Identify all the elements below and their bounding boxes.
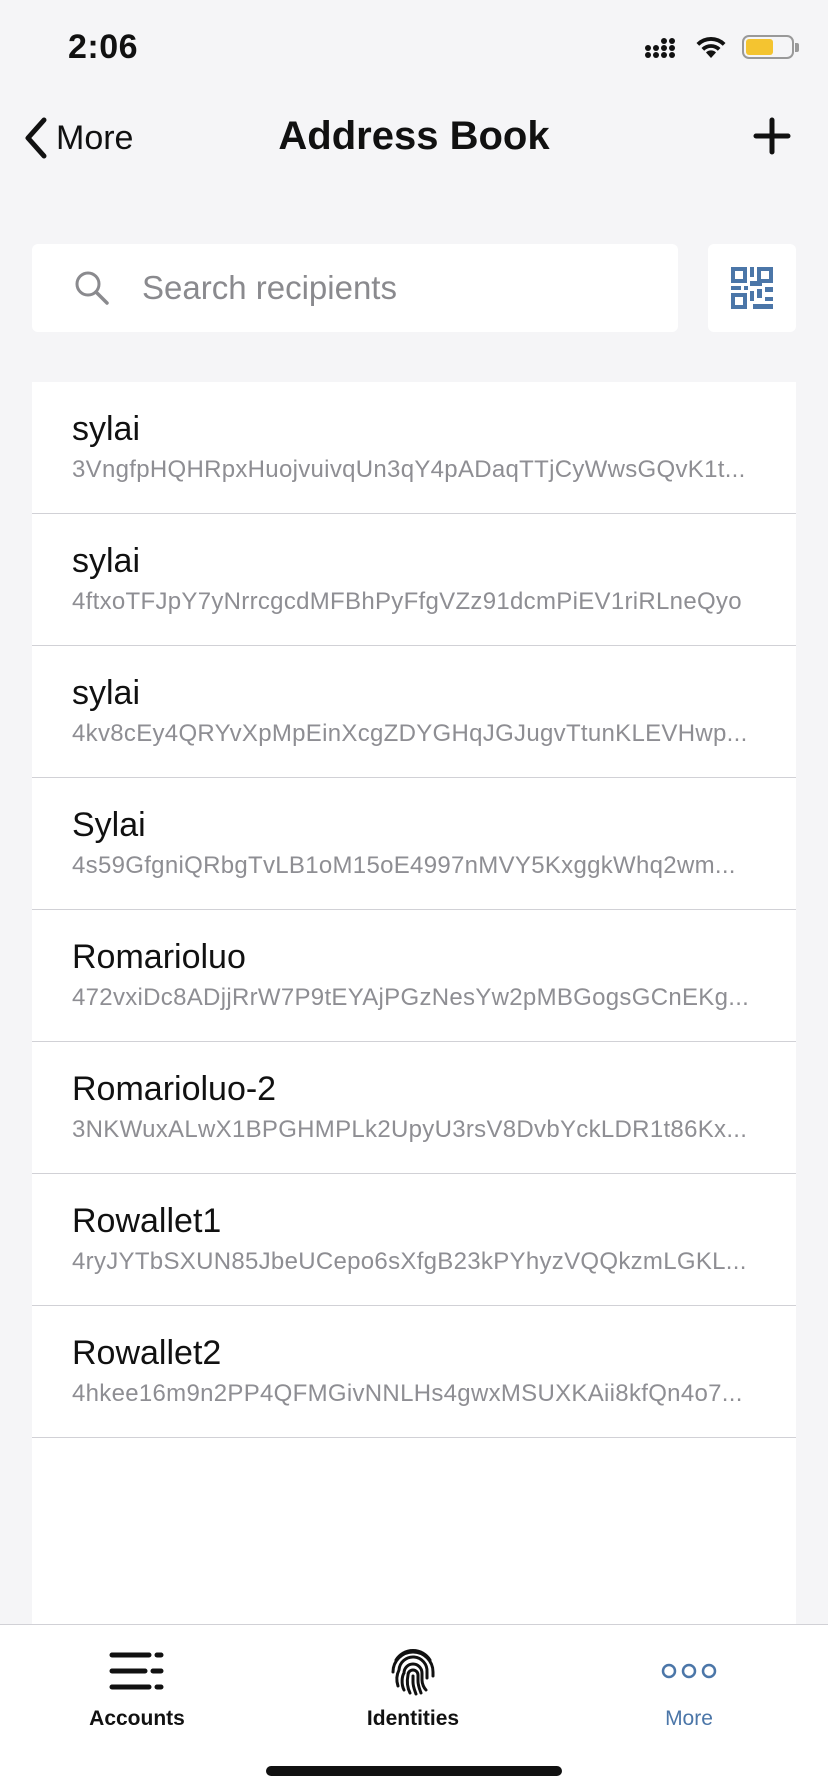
plus-icon [753,117,791,155]
recipient-address: 4kv8cEy4QRYvXpMpEinXcgZDYGHqJGJugvTtunKL… [72,720,748,747]
recipient-address: 3VngfpHQHRpxHuojvuivqUn3qY4pADaqTTjCyWws… [72,456,746,483]
list-icon [109,1652,164,1690]
tab-identities[interactable]: Identities [313,1645,513,1731]
search-icon [75,271,109,305]
tab-more[interactable]: More [589,1645,789,1731]
recipient-name: Rowallet1 [72,1202,222,1240]
recipient-address: 3NKWuxALwX1BPGHMPLk2UpyU3rsV8DvbYckLDR1t… [72,1116,748,1143]
wifi-icon [696,36,726,58]
tab-accounts[interactable]: Accounts [37,1645,237,1731]
recipient-name: sylai [72,410,141,448]
home-indicator [266,1766,562,1776]
recipient-name: Rowallet2 [72,1334,222,1372]
status-bar: 2:06 [0,0,828,100]
list-item[interactable]: sylai 4ftxoTFJpY7yNrrcgcdMFBhPyFfgVZz91d… [32,514,796,646]
list-item[interactable]: Romarioluo-2 3NKWuxALwX1BPGHMPLk2UpyU3rs… [32,1042,796,1174]
recipient-address: 4ryJYTbSXUN85JbeUCepo6sXfgB23kPYhyzVQQkz… [72,1248,747,1275]
more-dots-icon [661,1663,717,1679]
tab-label: Accounts [89,1707,185,1730]
recipient-list: sylai 3VngfpHQHRpxHuojvuivqUn3qY4pADaqTT… [32,382,796,1624]
recipient-name: Romarioluo-2 [72,1070,277,1108]
recipient-name: sylai [72,674,141,712]
signal-icon [645,38,675,58]
nav-bar: More Address Book [0,100,828,180]
recipient-address: 472vxiDc8ADjjRrW7P9tEYAjPGzNesYw2pMBGogs… [72,984,750,1011]
recipient-address: 4ftxoTFJpY7yNrrcgcdMFBhPyFfgVZz91dcmPiEV… [72,588,742,615]
qr-scan-button[interactable] [708,244,796,332]
status-icons [644,34,799,60]
qr-code-icon [731,267,773,309]
list-item[interactable]: Romarioluo 472vxiDc8ADjjRrW7P9tEYAjPGzNe… [32,910,796,1042]
list-item[interactable]: Rowallet2 4hkee16m9n2PP4QFMGivNNLHs4gwxM… [32,1306,796,1438]
fingerprint-icon [391,1649,435,1696]
list-item[interactable]: Sylai 4s59GfgniQRbgTvLB1oM15oE4997nMVY5K… [32,778,796,910]
status-time: 2:06 [68,28,139,66]
tab-label: More [665,1707,713,1730]
page-title: Address Book [278,114,550,158]
address-book-screen: 2:06 More Address Book Search recipients… [0,0,828,1792]
recipient-address: 4s59GfgniQRbgTvLB1oM15oE4997nMVY5KxggkWh… [72,852,736,879]
add-recipient-button[interactable] [750,114,794,158]
tab-label: Identities [366,1707,460,1730]
search-input[interactable] [142,269,602,307]
battery-icon [742,35,799,59]
search-box[interactable] [32,244,678,332]
list-item[interactable]: sylai 3VngfpHQHRpxHuojvuivqUn3qY4pADaqTT… [32,382,796,514]
recipient-name: sylai [72,542,141,580]
recipient-name: Romarioluo [72,938,246,976]
recipient-name: Sylai [72,806,146,844]
list-item[interactable]: Rowallet1 4ryJYTbSXUN85JbeUCepo6sXfgB23k… [32,1174,796,1306]
recipient-address: 4hkee16m9n2PP4QFMGivNNLHs4gwxMSUXKAii8kf… [72,1380,743,1407]
list-item[interactable]: sylai 4kv8cEy4QRYvXpMpEinXcgZDYGHqJGJugv… [32,646,796,778]
